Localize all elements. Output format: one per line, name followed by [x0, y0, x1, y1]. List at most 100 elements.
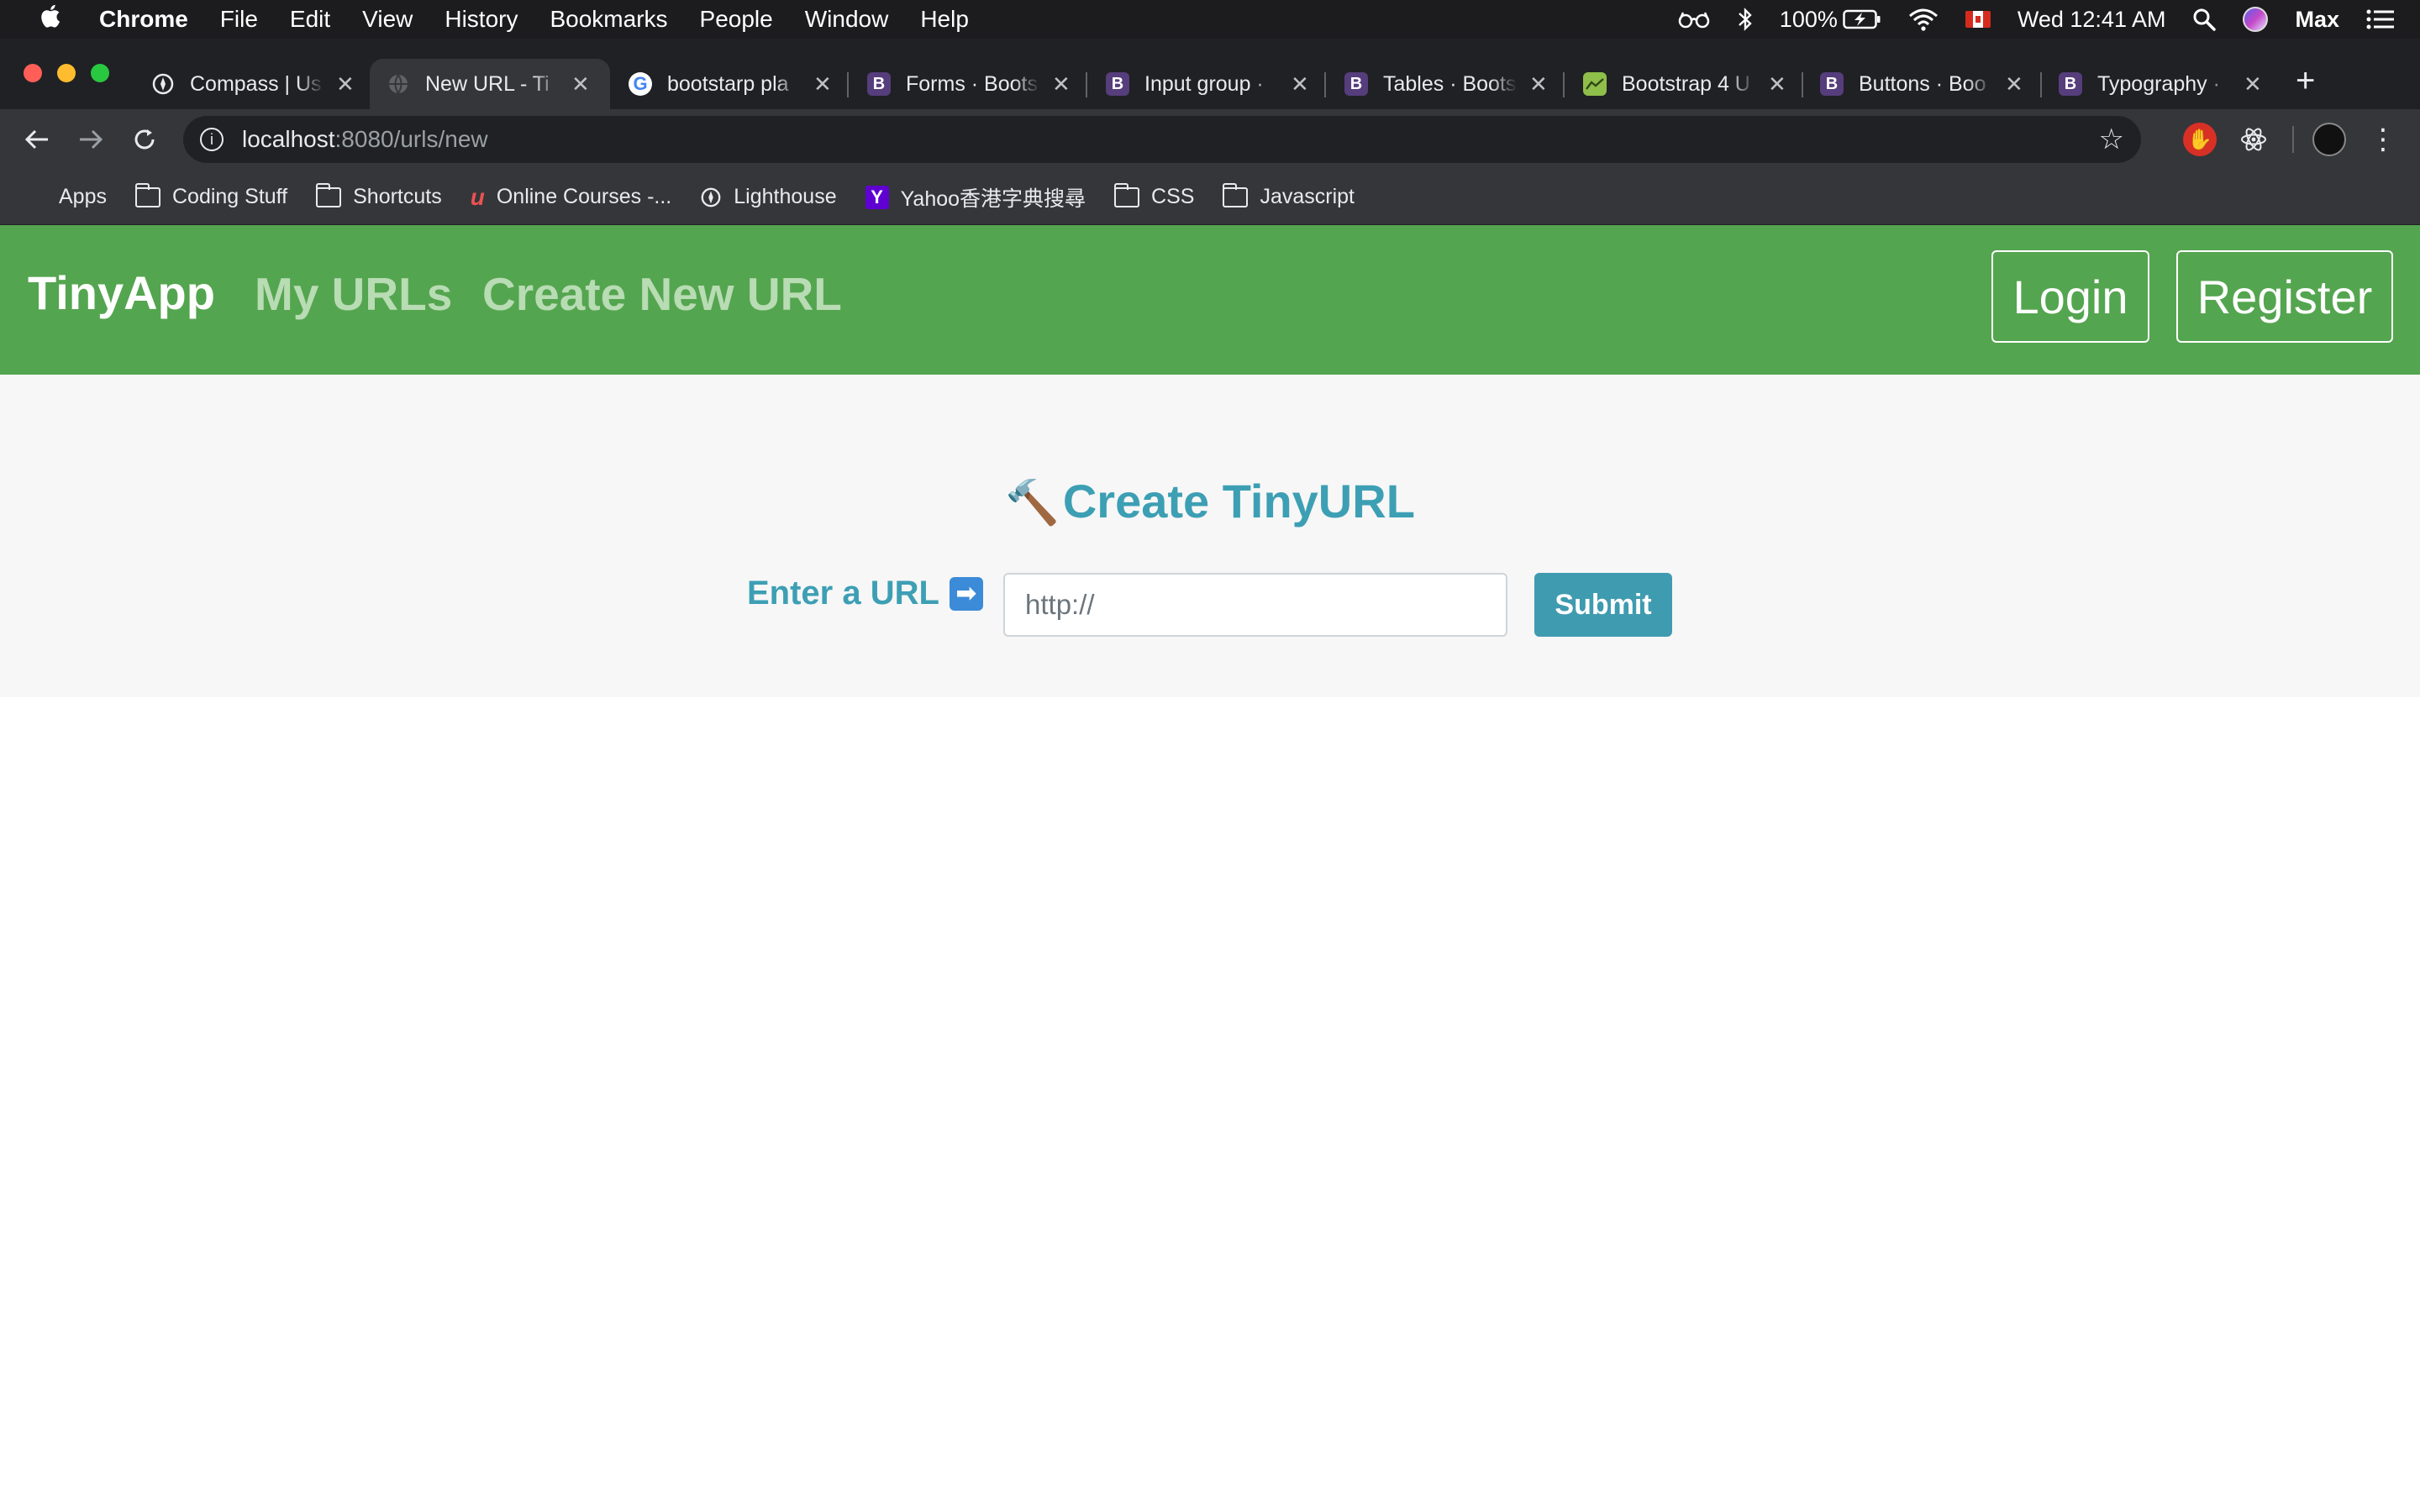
browser-tab-strip: Compass | Us ✕ New URL - Ti ✕ G bootstar…	[0, 39, 2420, 109]
nav-link-create-new-url[interactable]: Create New URL	[482, 267, 842, 321]
address-bar[interactable]: i localhost:8080/urls/new ☆	[183, 116, 2141, 163]
tab-title: Buttons · Boo	[1859, 71, 1986, 96]
menu-people[interactable]: People	[700, 6, 773, 33]
page-title-text: Create TinyURL	[1062, 475, 1415, 528]
udemy-icon: u	[470, 183, 485, 210]
bookmark-label: Online Courses -...	[496, 185, 672, 208]
bookmark-apps[interactable]: Apps	[25, 185, 107, 209]
compass-icon	[151, 72, 175, 96]
tab-title: Forms · Boots	[906, 71, 1038, 96]
reload-icon[interactable]	[123, 118, 166, 161]
spotlight-search-icon[interactable]	[2192, 8, 2217, 31]
input-source-flag-icon[interactable]	[1965, 11, 1991, 28]
bookmark-label: Javascript	[1260, 185, 1355, 208]
bookmark-online-courses[interactable]: u Online Courses -...	[471, 184, 672, 211]
url-input[interactable]	[1003, 573, 1507, 637]
bluetooth-icon[interactable]	[1738, 7, 1753, 32]
bookmark-star-icon[interactable]: ☆	[2099, 123, 2124, 156]
address-path: :8080/urls/new	[334, 126, 488, 152]
forward-arrow-icon[interactable]	[69, 118, 113, 161]
menu-window[interactable]: Window	[805, 6, 889, 33]
bookmark-yahoo-dictionary[interactable]: Y Yahoo香港字典搜尋	[865, 182, 1086, 213]
menu-app-name[interactable]: Chrome	[99, 6, 188, 33]
register-button[interactable]: Register	[2176, 250, 2393, 343]
tab-close-icon[interactable]: ✕	[1529, 71, 1548, 97]
submit-button[interactable]: Submit	[1534, 573, 1672, 637]
bookmark-folder-css[interactable]: CSS	[1114, 182, 1194, 209]
tab-close-icon[interactable]: ✕	[813, 71, 832, 97]
tab-close-icon[interactable]: ✕	[571, 71, 590, 97]
tab-title: Compass | Us	[190, 71, 322, 96]
chart-icon	[1583, 72, 1607, 96]
brand-link[interactable]: TinyApp	[28, 265, 215, 320]
zoom-window-button[interactable]	[91, 64, 109, 82]
tab-google-search[interactable]: G bootstarp pla ✕	[629, 59, 832, 109]
close-window-button[interactable]	[24, 64, 42, 82]
hammer-icon: 🔨	[1005, 479, 1060, 528]
minimize-window-button[interactable]	[57, 64, 76, 82]
tab-new-url[interactable]: New URL - Ti ✕	[370, 59, 610, 109]
google-icon: G	[629, 72, 652, 96]
tab-tables-bootstrap[interactable]: B Tables · Boots ✕	[1344, 59, 1548, 109]
bookmark-folder-shortcuts[interactable]: Shortcuts	[316, 182, 442, 209]
tab-close-icon[interactable]: ✕	[2005, 71, 2023, 97]
notification-center-icon[interactable]	[2366, 8, 2395, 30]
tab-title: Bootstrap 4 U	[1622, 71, 1750, 96]
site-navbar: TinyApp My URLs Create New URL Login Reg…	[0, 225, 2420, 375]
tab-forms-bootstrap[interactable]: B Forms · Boots ✕	[867, 59, 1071, 109]
bookmark-lighthouse[interactable]: Lighthouse	[700, 185, 837, 209]
site-info-icon[interactable]: i	[200, 128, 224, 151]
tab-title: bootstarp pla	[667, 71, 789, 96]
folder-icon	[1223, 182, 1249, 207]
tab-title: Input group ·	[1144, 71, 1264, 96]
tab-close-icon[interactable]: ✕	[2244, 71, 2262, 97]
menu-help[interactable]: Help	[920, 6, 969, 33]
compass-icon	[700, 186, 722, 208]
tab-typography-bootstrap[interactable]: B Typography · ✕	[2059, 59, 2262, 109]
folder-icon	[316, 182, 342, 207]
menu-history[interactable]: History	[445, 6, 518, 33]
tab-bootstrap-4[interactable]: Bootstrap 4 U ✕	[1583, 59, 1786, 109]
wifi-icon[interactable]	[1908, 8, 1939, 31]
menu-file[interactable]: File	[220, 6, 258, 33]
url-field-label: Enter a URL ➡	[747, 575, 983, 612]
nav-link-my-urls[interactable]: My URLs	[255, 267, 452, 321]
back-arrow-icon[interactable]	[15, 118, 59, 161]
login-button[interactable]: Login	[1991, 250, 2149, 343]
tab-title: Typography ·	[2097, 71, 2220, 96]
tab-input-group-bootstrap[interactable]: B Input group · ✕	[1106, 59, 1309, 109]
chrome-menu-kebab-icon[interactable]: ⋮	[2366, 123, 2400, 156]
tab-buttons-bootstrap[interactable]: B Buttons · Boo ✕	[1820, 59, 2023, 109]
tab-title: New URL - Ti	[425, 71, 550, 96]
tab-compass[interactable]: Compass | Us ✕	[151, 59, 355, 109]
tab-close-icon[interactable]: ✕	[1052, 71, 1071, 97]
profile-avatar[interactable]	[2312, 123, 2346, 156]
bootstrap-icon: B	[1106, 72, 1129, 96]
tab-close-icon[interactable]: ✕	[1291, 71, 1309, 97]
siri-icon[interactable]	[2243, 7, 2269, 32]
react-devtools-icon[interactable]	[2237, 123, 2270, 156]
menu-view[interactable]: View	[362, 6, 413, 33]
adblock-hand-icon[interactable]: ✋	[2183, 123, 2217, 156]
tab-close-icon[interactable]: ✕	[1768, 71, 1786, 97]
battery-status[interactable]: 100%	[1780, 7, 1881, 33]
bookmark-label: Yahoo香港字典搜尋	[900, 186, 1086, 211]
menu-edit[interactable]: Edit	[290, 6, 330, 33]
window-controls	[24, 64, 109, 82]
tab-title: Tables · Boots	[1383, 71, 1517, 96]
apple-menu-icon[interactable]	[29, 3, 71, 35]
accessibility-glasses-icon[interactable]	[1677, 10, 1711, 29]
bookmark-label: Coding Stuff	[171, 185, 288, 208]
menubar-clock[interactable]: Wed 12:41 AM	[2018, 7, 2166, 33]
menu-bookmarks[interactable]: Bookmarks	[550, 6, 667, 33]
menubar-user-name[interactable]: Max	[2295, 7, 2339, 33]
create-url-panel: 🔨Create TinyURL Enter a URL ➡ Submit	[0, 375, 2420, 697]
bookmark-folder-coding-stuff[interactable]: Coding Stuff	[134, 182, 288, 209]
apps-grid-icon	[25, 186, 47, 208]
new-tab-plus-icon[interactable]: +	[2296, 62, 2315, 100]
bookmarks-bar: Apps Coding Stuff Shortcuts u Online Cou…	[0, 170, 2420, 225]
bootstrap-icon: B	[1820, 72, 1844, 96]
bookmark-folder-javascript[interactable]: Javascript	[1223, 182, 1355, 209]
tab-close-icon[interactable]: ✕	[336, 71, 355, 97]
page-title: 🔨Create TinyURL	[0, 474, 2420, 528]
